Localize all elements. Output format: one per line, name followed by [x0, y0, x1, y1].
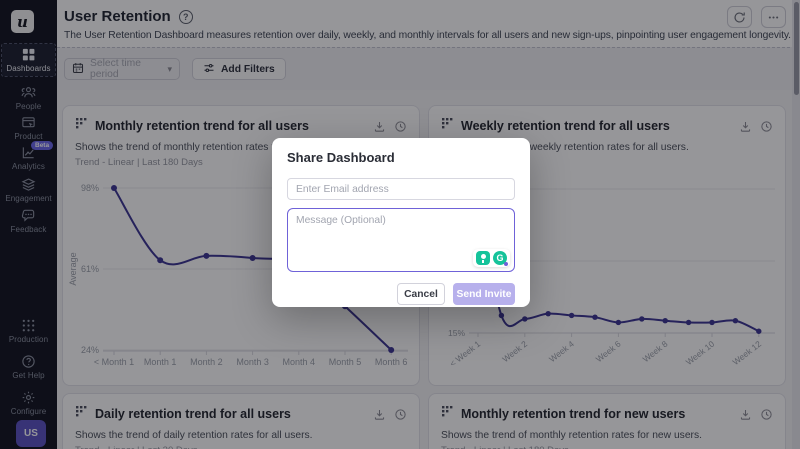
modal-title: Share Dashboard	[287, 150, 395, 165]
email-input[interactable]	[287, 178, 515, 200]
cancel-button[interactable]: Cancel	[397, 283, 445, 305]
grammarly-widget: G	[473, 249, 510, 267]
share-dashboard-modal: Share Dashboard G Cancel Send Invite	[272, 138, 530, 307]
grammarly-logo-icon[interactable]: G	[493, 251, 508, 266]
send-invite-button[interactable]: Send Invite	[453, 283, 515, 305]
grammarly-suggestion-icon[interactable]	[476, 251, 490, 265]
